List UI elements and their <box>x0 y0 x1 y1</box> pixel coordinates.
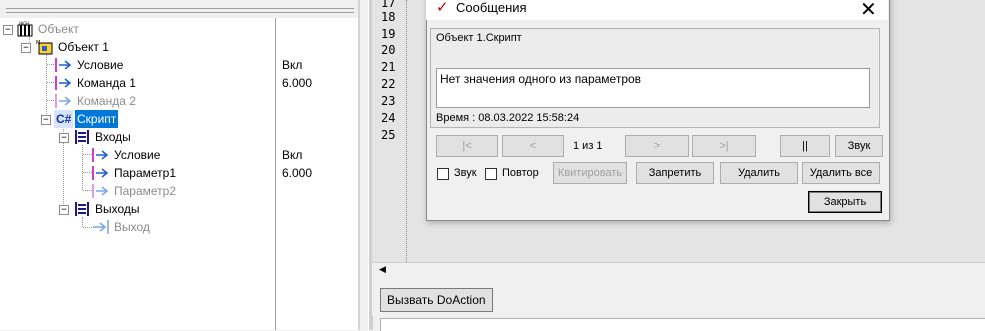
sound-checkbox-label: Звук <box>454 167 477 179</box>
tree-item-label: Команда 2 <box>77 94 136 108</box>
tree-item-value: Вкл <box>282 58 303 72</box>
input-arrow-icon <box>55 93 72 109</box>
pause-button[interactable]: || <box>780 135 830 157</box>
tree-guide <box>82 217 83 227</box>
pane-border <box>358 0 360 330</box>
tree-item-label: Параметр2 <box>114 184 177 198</box>
first-button[interactable]: |< <box>436 135 498 157</box>
dialog-title: Сообщения <box>456 0 527 15</box>
tree-item-label: Условие <box>114 148 161 162</box>
csharp-icon: C# <box>54 110 74 128</box>
tree-guide <box>83 154 92 155</box>
input-arrow-icon <box>55 75 72 91</box>
input-arrow-icon <box>92 165 109 181</box>
line-number: 17 <box>381 0 396 10</box>
pager-position: 1 из 1 <box>573 140 603 152</box>
tree-label-root: Объект <box>38 22 79 36</box>
tree-guide <box>83 172 92 173</box>
delete-button[interactable]: Удалить <box>720 162 798 184</box>
tree-toolbar <box>0 0 360 18</box>
tree-guide <box>83 227 92 228</box>
tree-item-label: Выход <box>114 220 150 234</box>
input-arrow-icon <box>55 57 72 73</box>
tree-item-value: 6.000 <box>282 166 313 180</box>
message-time: Время : 08.03.2022 15:58:24 <box>436 112 580 124</box>
collapse-toggle[interactable]: − <box>3 25 13 35</box>
sound-checkbox[interactable] <box>437 168 449 180</box>
call-doaction-button[interactable]: Вызвать DoAction <box>380 288 493 312</box>
input-arrow-icon <box>92 183 109 199</box>
output-arrow-icon <box>92 219 109 235</box>
checkmark-icon: ✓ <box>436 0 449 16</box>
output-panel <box>380 318 985 331</box>
tree-item-value: 6.000 <box>282 76 313 90</box>
input-arrow-icon <box>92 147 109 163</box>
tree-guide <box>83 190 92 191</box>
last-button[interactable]: >| <box>692 135 756 157</box>
outputs-group-icon <box>74 201 90 217</box>
line-number: 21 <box>381 60 396 74</box>
message-text: Нет значения одного из параметров <box>440 72 642 86</box>
tree-label-inputs: Входы <box>95 130 131 144</box>
tree-item-label: Условие <box>77 58 124 72</box>
tree-label-object: Объект 1 <box>58 40 109 54</box>
horizontal-scrollbar[interactable] <box>372 262 985 280</box>
tree-item-label: Параметр1 <box>114 166 177 180</box>
collapse-toggle[interactable]: − <box>41 115 51 125</box>
sound-button[interactable]: Звук <box>835 135 883 157</box>
svg-text:M: M <box>36 40 40 46</box>
repeat-checkbox[interactable] <box>485 168 497 180</box>
line-number: 24 <box>381 111 396 125</box>
line-number: 20 <box>381 43 396 57</box>
line-number: 25 <box>381 128 396 142</box>
collapse-toggle[interactable]: − <box>21 43 31 53</box>
inputs-group-icon <box>74 129 90 145</box>
repeat-checkbox-label: Повтор <box>502 167 539 179</box>
close-icon[interactable]: ✕ <box>860 0 877 21</box>
tree-item-value: Вкл <box>282 148 303 162</box>
close-button[interactable]: Закрыть <box>808 191 882 213</box>
line-number: 18 <box>381 10 396 24</box>
line-number: 23 <box>381 94 396 108</box>
object-module-icon: M <box>36 39 53 55</box>
collapse-toggle[interactable]: − <box>59 205 69 215</box>
tree-label-outputs: Выходы <box>95 202 140 216</box>
svg-text:HIGH: HIGH <box>19 21 29 26</box>
acknowledge-button[interactable]: Квитировать <box>553 162 627 184</box>
tree-item-label: Команда 1 <box>77 76 136 90</box>
tree-guide <box>82 145 83 190</box>
line-number: 22 <box>381 77 396 91</box>
tree-label-script: Скрипт <box>75 110 119 128</box>
collapse-toggle[interactable]: − <box>59 133 69 143</box>
next-button[interactable]: > <box>625 135 689 157</box>
scroll-left-icon[interactable]: ◀ <box>379 264 389 276</box>
message-source: Объект 1.Скрипт <box>436 32 522 44</box>
line-number: 19 <box>381 27 396 41</box>
object-icon: HIGH <box>17 21 33 37</box>
forbid-button[interactable]: Запретить <box>636 162 714 184</box>
delete-all-button[interactable]: Удалить все <box>802 162 880 184</box>
prev-button[interactable]: < <box>502 135 564 157</box>
column-divider[interactable] <box>275 18 276 330</box>
